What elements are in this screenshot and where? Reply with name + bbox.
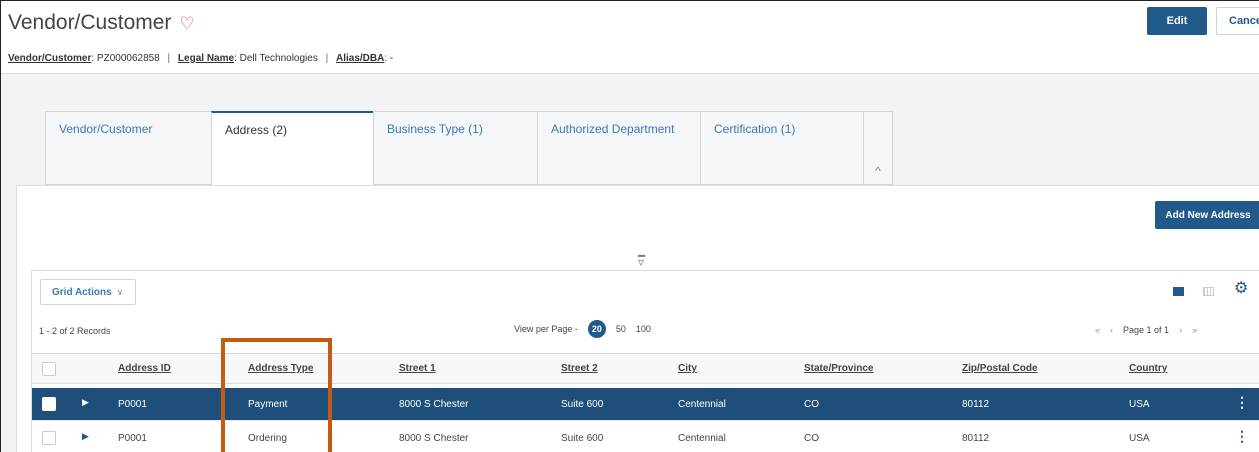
- cell-street-1: 8000 S Chester: [399, 399, 469, 410]
- tab-label: Authorized Department: [551, 122, 675, 136]
- column-header-street-1[interactable]: Street 1: [399, 363, 436, 374]
- column-header-address-type[interactable]: Address Type: [248, 363, 313, 374]
- cell-country: USA: [1129, 399, 1150, 410]
- tab-label: Vendor/Customer: [59, 122, 153, 136]
- cell-street-2: Suite 600: [561, 399, 604, 410]
- cell-zip: 80112: [962, 433, 990, 444]
- first-page-icon[interactable]: «: [1095, 325, 1100, 335]
- page-title-text: Vendor/Customer: [8, 11, 172, 34]
- filter-toggle-icon[interactable]: ━ ▿: [638, 250, 652, 268]
- chevron-up-icon: ^: [875, 164, 881, 178]
- row-menu-icon[interactable]: ⋮: [1235, 429, 1249, 443]
- tab-business-type[interactable]: Business Type (1): [373, 111, 537, 185]
- per-page-option-20[interactable]: 20: [587, 320, 606, 338]
- cell-state: CO: [804, 433, 819, 444]
- alias-label: Alias/DBA: [336, 53, 385, 64]
- per-page-option-50[interactable]: 50: [616, 324, 626, 334]
- cell-city: Centennial: [678, 399, 726, 410]
- collapse-tabs-button[interactable]: ^: [863, 111, 893, 185]
- page-indicator: Page 1 of 1: [1123, 325, 1170, 335]
- vendor-value: : PZ000062858: [91, 53, 160, 64]
- grid-actions-dropdown[interactable]: Grid Actions ∨: [40, 279, 136, 305]
- pagination: « ‹ Page 1 of 1 › »: [1095, 325, 1197, 335]
- per-page-selector: View per Page - 20 50 100: [514, 320, 651, 338]
- previous-page-icon[interactable]: ‹: [1110, 325, 1113, 335]
- separator: |: [325, 53, 329, 64]
- per-page-option-100[interactable]: 100: [636, 324, 651, 334]
- cell-city: Centennial: [678, 433, 726, 444]
- heart-outline-icon[interactable]: ♡: [179, 15, 194, 32]
- expand-row-icon[interactable]: ▶: [82, 431, 89, 442]
- column-header-address-id[interactable]: Address ID: [118, 363, 171, 374]
- cell-address-type: Ordering: [248, 433, 287, 444]
- card-view-icon[interactable]: [1173, 287, 1184, 296]
- tab-label: Address (2): [225, 123, 288, 137]
- tab-bar: Vendor/Customer Address (2) Business Typ…: [45, 111, 893, 186]
- table-row[interactable]: ▶ P0001 Payment 8000 S Chester Suite 600…: [32, 388, 1259, 421]
- cell-street-1: 8000 S Chester: [399, 433, 469, 444]
- tab-authorized-department[interactable]: Authorized Department: [537, 111, 700, 185]
- tab-certification[interactable]: Certification (1): [700, 111, 863, 185]
- view-per-page-label: View per Page -: [514, 324, 578, 334]
- last-page-icon[interactable]: »: [1192, 325, 1197, 335]
- cell-street-2: Suite 600: [561, 433, 604, 444]
- chevron-down-icon: ∨: [116, 286, 124, 297]
- expand-row-icon[interactable]: ▶: [82, 397, 89, 408]
- records-count: 1 - 2 of 2 Records: [39, 326, 111, 336]
- column-view-icon[interactable]: [1203, 287, 1214, 296]
- cell-address-id: P0001: [118, 433, 147, 444]
- cell-address-id: P0001: [118, 399, 147, 410]
- gear-icon[interactable]: ⚙: [1234, 281, 1248, 297]
- tab-label: Certification (1): [714, 122, 796, 136]
- page-title: Vendor/Customer ♡: [8, 11, 195, 35]
- row-checkbox[interactable]: [42, 397, 56, 411]
- separator: |: [167, 53, 171, 64]
- edit-button[interactable]: Edit: [1147, 7, 1207, 35]
- column-header-city[interactable]: City: [678, 363, 697, 374]
- column-header-state-province[interactable]: State/Province: [804, 363, 873, 374]
- add-new-address-button[interactable]: Add New Address: [1155, 201, 1259, 229]
- tab-label: Business Type (1): [387, 122, 483, 136]
- column-header-street-2[interactable]: Street 2: [561, 363, 598, 374]
- next-page-icon[interactable]: ›: [1179, 325, 1182, 335]
- legal-name-value: : Dell Technologies: [234, 53, 318, 64]
- column-header-zip-postal-code[interactable]: Zip/Postal Code: [962, 363, 1038, 374]
- tab-address[interactable]: Address (2): [211, 111, 373, 186]
- row-menu-icon[interactable]: ⋮: [1235, 395, 1249, 409]
- row-checkbox[interactable]: [42, 431, 56, 445]
- record-summary: Vendor/Customer: PZ000062858 | Legal Nam…: [8, 53, 393, 64]
- table-row[interactable]: ▶ P0001 Ordering 8000 S Chester Suite 60…: [32, 422, 1259, 452]
- table-header: Address ID Address Type Street 1 Street …: [32, 353, 1259, 384]
- vendor-label: Vendor/Customer: [8, 53, 92, 64]
- column-header-country[interactable]: Country: [1129, 363, 1167, 374]
- cell-country: USA: [1129, 433, 1150, 444]
- select-all-checkbox[interactable]: [42, 362, 56, 376]
- legal-name-label: Legal Name: [177, 53, 235, 64]
- cell-state: CO: [804, 399, 819, 410]
- grid-actions-label: Grid Actions: [52, 286, 112, 298]
- cell-zip: 80112: [962, 399, 990, 410]
- cancel-button[interactable]: Cance: [1216, 7, 1259, 35]
- tab-vendor-customer[interactable]: Vendor/Customer: [45, 111, 211, 185]
- cell-address-type: Payment: [248, 399, 288, 410]
- alias-value: : -: [384, 53, 394, 64]
